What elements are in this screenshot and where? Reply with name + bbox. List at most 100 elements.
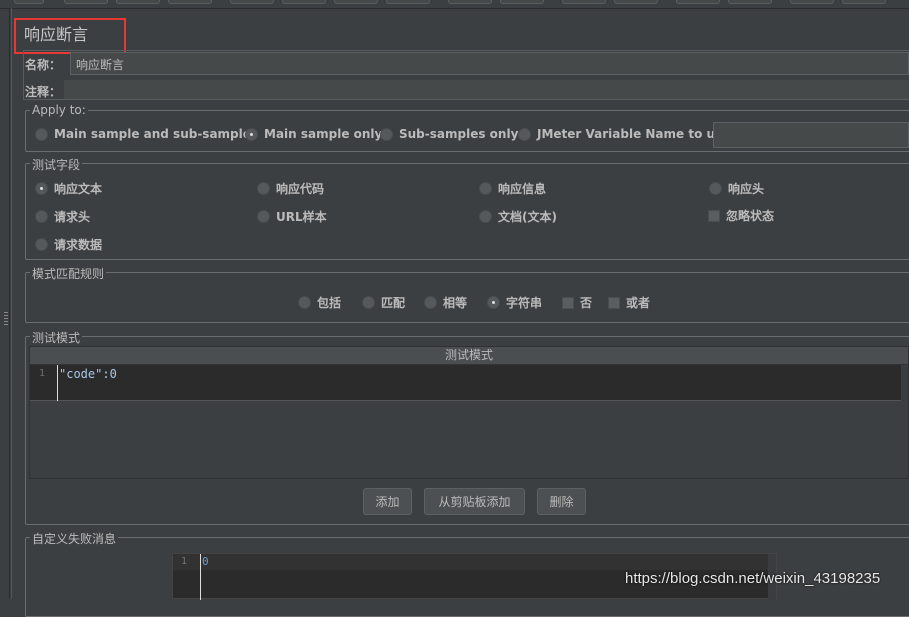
- patterns-legend: 测试模式: [30, 329, 83, 346]
- radio-icon: [479, 210, 492, 223]
- radio-checked-icon: [35, 182, 48, 195]
- line-number: 1: [181, 556, 188, 567]
- pattern-editor[interactable]: 1 "code":0: [30, 365, 908, 401]
- radio-icon: [257, 210, 270, 223]
- toolbar-button[interactable]: [614, 0, 658, 4]
- option-label: Main sample and sub-samples: [54, 127, 259, 141]
- add-button[interactable]: 添加: [363, 488, 412, 515]
- option-label: 匹配: [381, 296, 406, 310]
- test-field-legend: 测试字段: [30, 156, 83, 173]
- failure-message-legend: 自定义失败消息: [30, 530, 119, 547]
- checkbox-icon: [562, 296, 574, 309]
- option-label: 或者: [626, 296, 651, 310]
- watermark: https://blog.csdn.net/weixin_43198235: [625, 570, 881, 587]
- checkbox-icon: [608, 296, 620, 309]
- radio-icon: [35, 127, 48, 141]
- radio-request-headers[interactable]: 请求头: [35, 208, 90, 225]
- toolbar-button[interactable]: [562, 0, 606, 4]
- pattern-text: "code":0: [59, 367, 117, 381]
- option-label: Main sample only: [264, 127, 383, 141]
- toolbar-button[interactable]: [282, 0, 326, 4]
- name-input[interactable]: 响应断言: [70, 52, 909, 75]
- toolbar-button[interactable]: [334, 0, 378, 4]
- option-label: Sub-samples only: [399, 127, 519, 141]
- radio-response-headers[interactable]: 响应头: [709, 180, 764, 197]
- toolbar-button[interactable]: [728, 0, 772, 4]
- radio-icon: [479, 182, 492, 195]
- option-label: 响应代码: [276, 182, 325, 196]
- text-caret: [57, 365, 58, 401]
- toolbar-button[interactable]: [676, 0, 720, 4]
- delete-button[interactable]: 删除: [537, 488, 586, 515]
- radio-checked-icon: [245, 127, 258, 141]
- toolbar-button[interactable]: [500, 0, 544, 4]
- toolbar-button[interactable]: [14, 0, 44, 4]
- option-label: JMeter Variable Name to use: [537, 127, 731, 141]
- toolbar-button[interactable]: [116, 0, 160, 4]
- radio-jmeter-variable[interactable]: JMeter Variable Name to use: [518, 127, 730, 141]
- toolbar-button[interactable]: [842, 0, 886, 4]
- radio-icon: [257, 182, 270, 195]
- toolbar-button[interactable]: [448, 0, 492, 4]
- radio-document-text[interactable]: 文档(文本): [479, 208, 557, 225]
- toolbar-button[interactable]: [230, 0, 274, 4]
- radio-matches[interactable]: 匹配: [362, 294, 405, 311]
- radio-url-sample[interactable]: URL样本: [257, 208, 327, 225]
- jmeter-variable-input[interactable]: [713, 122, 909, 148]
- radio-icon: [380, 127, 393, 141]
- comment-label: 注释：: [25, 85, 62, 99]
- patterns-table: 测试模式 1 "code":0: [29, 346, 909, 479]
- radio-substring[interactable]: 字符串: [487, 294, 542, 311]
- radio-icon: [518, 127, 531, 141]
- match-rules-legend: 模式匹配规则: [30, 265, 107, 282]
- radio-checked-icon: [487, 296, 500, 309]
- page-title: 响应断言: [24, 25, 89, 44]
- checkbox-or[interactable]: 或者: [608, 294, 650, 311]
- radio-contains[interactable]: 包括: [298, 294, 341, 311]
- option-label: 请求头: [54, 210, 91, 224]
- toolbar-button[interactable]: [168, 0, 212, 4]
- scrollbar[interactable]: [901, 365, 908, 401]
- add-from-clipboard-button[interactable]: 从剪贴板添加: [424, 488, 525, 515]
- option-label: 响应头: [728, 182, 765, 196]
- name-label: 名称：: [25, 58, 62, 72]
- option-label: 响应文本: [54, 182, 103, 196]
- test-field-panel: 测试字段: [25, 156, 909, 260]
- radio-sub-only[interactable]: Sub-samples only: [380, 127, 518, 141]
- option-label: 字符串: [506, 296, 543, 310]
- comment-input[interactable]: [64, 80, 909, 99]
- toolbar-button[interactable]: [64, 0, 108, 4]
- radio-response-message[interactable]: 响应信息: [479, 180, 546, 197]
- option-label: 请求数据: [54, 238, 103, 252]
- option-label: 否: [580, 296, 593, 310]
- toolbar-divider: [0, 8, 909, 9]
- option-label: URL样本: [276, 210, 327, 224]
- radio-equals[interactable]: 相等: [424, 294, 467, 311]
- text-caret: [200, 554, 201, 600]
- option-label: 相等: [443, 296, 468, 310]
- checkbox-ignore-status[interactable]: 忽略状态: [708, 207, 774, 224]
- line-number: 1: [39, 368, 46, 379]
- apply-to-legend: Apply to:: [30, 103, 88, 117]
- checkbox-icon: [708, 209, 720, 222]
- radio-icon: [709, 182, 722, 195]
- radio-main-only[interactable]: Main sample only: [245, 127, 382, 141]
- column-header[interactable]: 测试模式: [30, 347, 908, 365]
- option-label: 文档(文本): [498, 210, 557, 224]
- option-label: 响应信息: [498, 182, 547, 196]
- splitter-grip-icon[interactable]: [4, 312, 8, 326]
- radio-icon: [35, 238, 48, 251]
- radio-request-data[interactable]: 请求数据: [35, 236, 102, 253]
- radio-icon: [298, 296, 311, 309]
- radio-main-and-sub[interactable]: Main sample and sub-samples: [35, 127, 258, 141]
- checkbox-not[interactable]: 否: [562, 294, 592, 311]
- toolbar-button[interactable]: [790, 0, 834, 4]
- option-label: 包括: [317, 296, 342, 310]
- radio-icon: [424, 296, 437, 309]
- toolbar-button[interactable]: [386, 0, 430, 4]
- split-pane-divider[interactable]: [9, 8, 12, 599]
- radio-icon: [362, 296, 375, 309]
- option-label: 忽略状态: [726, 209, 775, 223]
- radio-response-code[interactable]: 响应代码: [257, 180, 324, 197]
- radio-response-text[interactable]: 响应文本: [35, 180, 102, 197]
